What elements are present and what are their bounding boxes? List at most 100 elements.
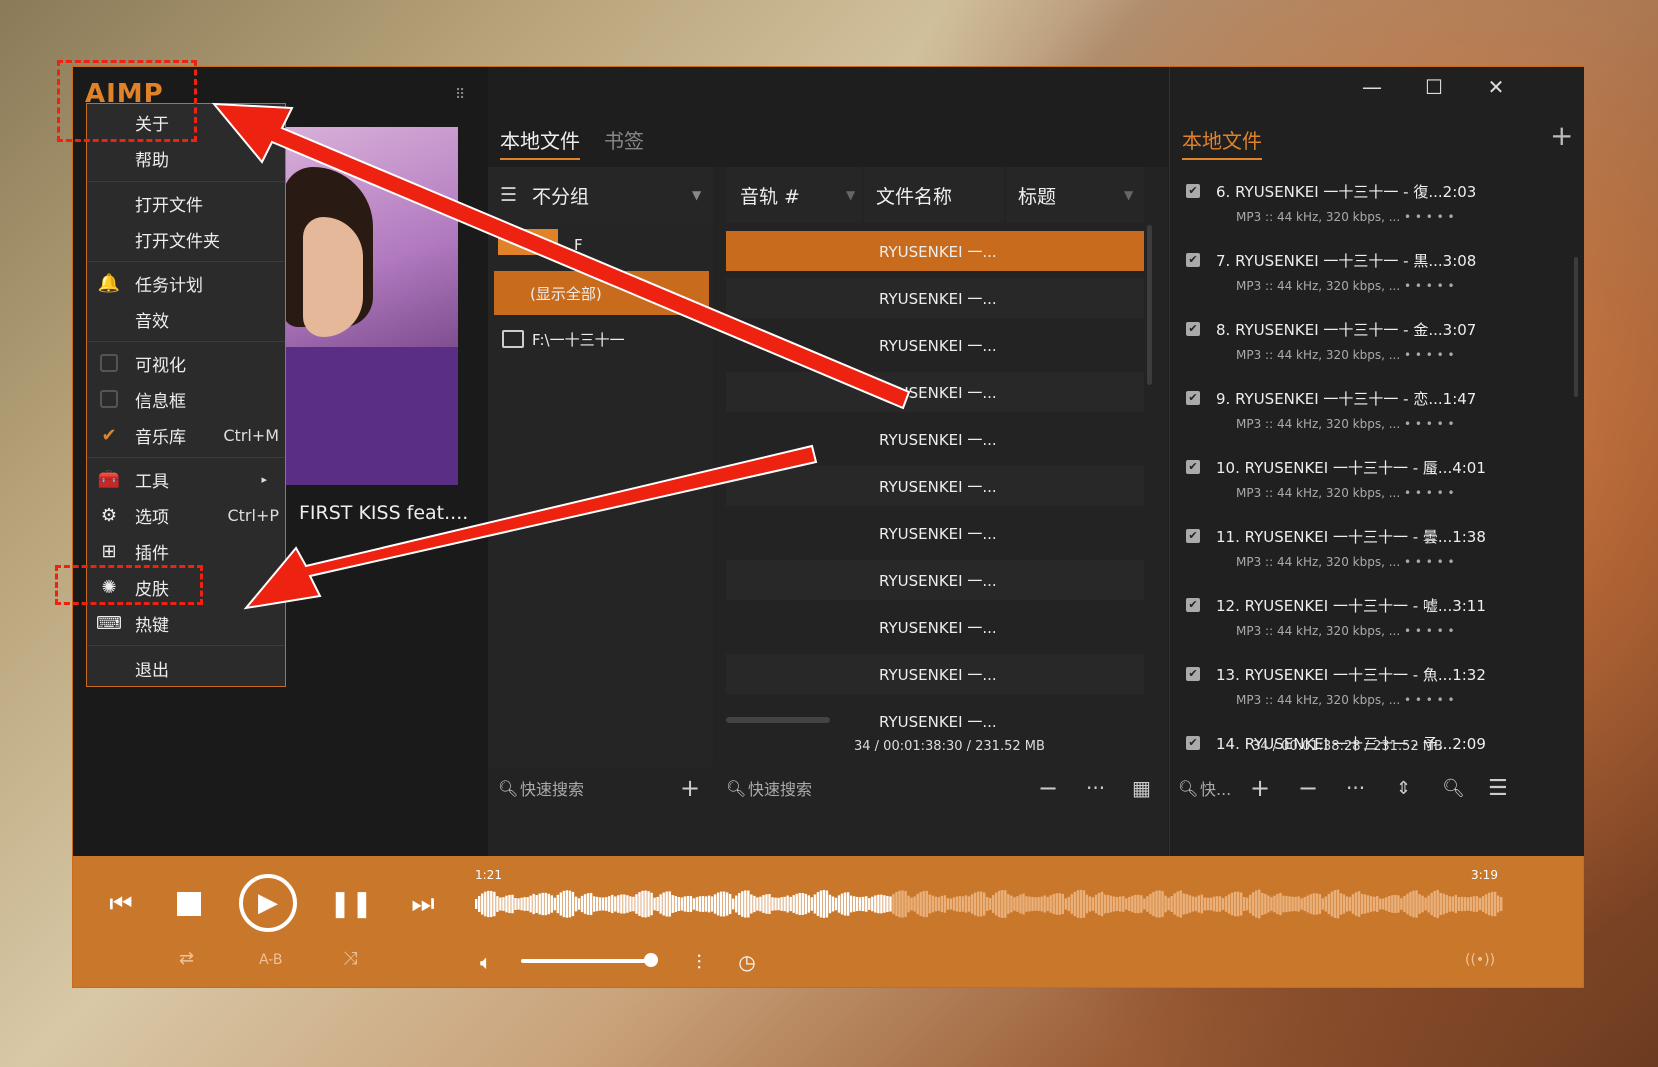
- group-item-folder[interactable]: F:\一十三十一: [494, 317, 709, 361]
- find-icon[interactable]: 🔍︎: [1442, 778, 1465, 799]
- checkbox-checked-icon[interactable]: ✔: [1186, 667, 1200, 681]
- checkbox-checked-icon[interactable]: ✔: [1186, 391, 1200, 405]
- horizontal-scrollbar[interactable]: [726, 717, 830, 723]
- playlist-item[interactable]: ✔ 9. RYUSENKEI 一十三十一 - 恋...1:47 MP3 :: 44 …: [1176, 382, 1566, 442]
- menu-item-music-library[interactable]: ✔ 音乐库 Ctrl+M: [87, 417, 285, 453]
- stop-button[interactable]: [173, 888, 205, 920]
- menu-item-options[interactable]: ⚙ 选项 Ctrl+P: [87, 497, 285, 533]
- volume-knob[interactable]: [644, 953, 658, 967]
- checkbox-checked-icon[interactable]: ✔: [1186, 460, 1200, 474]
- volume-slider[interactable]: [521, 953, 658, 967]
- add-button[interactable]: +: [1250, 774, 1270, 802]
- menu-item-hotkeys[interactable]: ⌨ 热键: [87, 605, 285, 641]
- clock-icon[interactable]: ◷: [733, 948, 761, 976]
- menu-item-visualization[interactable]: 可视化: [87, 345, 285, 381]
- menu-item-tools[interactable]: 🧰 工具 ▸: [87, 461, 285, 497]
- track-search-bar: 🔍︎ 快速搜索 − ··· ▦: [720, 766, 1168, 810]
- waveform-bar: [795, 893, 798, 915]
- table-row[interactable]: RYUSENKEI 一...: [726, 372, 1144, 412]
- repeat-icon[interactable]: ⇄: [179, 948, 194, 969]
- menu-item-exit[interactable]: 退出: [87, 650, 285, 686]
- playlist-item[interactable]: ✔ 6. RYUSENKEI 一十三十一 - 復...2:03 MP3 :: 44 …: [1176, 175, 1566, 235]
- table-row[interactable]: RYUSENKEI 一...: [726, 466, 1144, 506]
- volume-icon[interactable]: 🔈︎: [471, 948, 501, 976]
- now-playing-title: FIRST KISS feat....: [299, 502, 469, 524]
- vertical-scrollbar[interactable]: [1147, 225, 1152, 385]
- group-item-show-all[interactable]: (显示全部): [494, 271, 709, 315]
- equalizer-icon[interactable]: ⫶: [685, 948, 713, 976]
- previous-button[interactable]: ⏮: [105, 888, 137, 920]
- table-row[interactable]: RYUSENKEI 一...: [726, 654, 1144, 694]
- checkbox-checked-icon[interactable]: ✔: [1186, 529, 1200, 543]
- waveform-bar: [659, 894, 662, 914]
- playlist-scrollbar[interactable]: [1574, 257, 1578, 397]
- shuffle-icon[interactable]: ⤨: [343, 948, 357, 969]
- sort-icon[interactable]: ⇕: [1396, 778, 1411, 799]
- waveform-bar: [1112, 896, 1116, 912]
- ab-repeat-button[interactable]: A-B: [259, 952, 282, 968]
- add-button[interactable]: +: [680, 774, 700, 802]
- add-playlist-button[interactable]: +: [1550, 119, 1573, 152]
- drag-grip-icon[interactable]: ⠿: [455, 87, 465, 103]
- remove-button[interactable]: −: [1298, 774, 1318, 802]
- playlist-toolbar: 🔍︎ 快... + − ··· ⇕ 🔍︎ ☰: [1170, 766, 1584, 810]
- playlist-item[interactable]: ✔ 7. RYUSENKEI 一十三十一 - 黒...3:08 MP3 :: 44 …: [1176, 244, 1566, 304]
- checkbox-checked-icon[interactable]: ✔: [1186, 253, 1200, 267]
- column-title[interactable]: 标题 ▼: [1006, 167, 1144, 223]
- checkbox-checked-icon[interactable]: ✔: [1186, 184, 1200, 198]
- table-row[interactable]: RYUSENKEI 一...: [726, 278, 1144, 318]
- playlist-item[interactable]: ✔ 11. RYUSENKEI 一十三十一 - 曇...1:38 MP3 :: 44…: [1176, 520, 1566, 580]
- table-row[interactable]: RYUSENKEI 一...: [726, 419, 1144, 459]
- playlist-title[interactable]: 本地文件: [1182, 125, 1262, 160]
- minimize-button[interactable]: —: [1344, 67, 1400, 107]
- menu-item-open-file[interactable]: 打开文件: [87, 185, 285, 221]
- waveform-bar: [1034, 897, 1037, 911]
- broadcast-icon[interactable]: ((•)): [1465, 952, 1495, 968]
- tab-bookmarks[interactable]: 书签: [604, 125, 644, 154]
- checkbox-checked-icon[interactable]: ✔: [1186, 598, 1200, 612]
- search-input[interactable]: 快速搜索: [748, 776, 812, 800]
- playlist-item[interactable]: ✔ 13. RYUSENKEI 一十三十一 - 魚...1:32 MP3 :: 44…: [1176, 658, 1566, 718]
- column-track-number[interactable]: 音轨 # ▼: [726, 167, 862, 223]
- search-input[interactable]: 快速搜索: [520, 776, 584, 800]
- playlist-search-input[interactable]: 快...: [1200, 776, 1231, 800]
- remove-button[interactable]: −: [1038, 774, 1058, 802]
- waveform-bar: [1016, 896, 1019, 912]
- menu-item-open-folder[interactable]: 打开文件夹: [87, 221, 285, 257]
- menu-item-infobox[interactable]: 信息框: [87, 381, 285, 417]
- playlist-item-info: MP3 :: 44 kHz, 320 kbps, ... • • • • •: [1236, 210, 1455, 224]
- pause-button[interactable]: ❚❚: [329, 888, 373, 920]
- table-row[interactable]: RYUSENKEI 一...: [726, 560, 1144, 600]
- next-button[interactable]: ⏭: [407, 888, 439, 920]
- column-file-name[interactable]: 文件名称: [864, 167, 1004, 223]
- waveform-bar: [877, 894, 880, 914]
- menu-item-help[interactable]: 帮助: [87, 140, 285, 176]
- table-row[interactable]: RYUSENKEI 一...: [726, 513, 1144, 553]
- waveform-seekbar[interactable]: [475, 884, 1503, 924]
- grid-view-icon[interactable]: ▦: [1132, 776, 1151, 800]
- more-button[interactable]: ···: [1346, 776, 1365, 800]
- table-row[interactable]: RYUSENKEI 一...: [726, 325, 1144, 365]
- checkbox-checked-icon[interactable]: ✔: [1186, 322, 1200, 336]
- table-row[interactable]: RYUSENKEI 一...: [726, 231, 1144, 271]
- play-button[interactable]: ▶: [239, 874, 297, 932]
- menu-item-scheduler[interactable]: 🔔 任务计划: [87, 265, 285, 301]
- playlist-item[interactable]: ✔ 10. RYUSENKEI 一十三十一 - 蜃...4:01 MP3 :: 44…: [1176, 451, 1566, 511]
- maximize-button[interactable]: ☐: [1406, 67, 1462, 107]
- more-button[interactable]: ···: [1086, 776, 1105, 800]
- tab-local-files[interactable]: 本地文件: [500, 125, 580, 160]
- playlist-item-info: MP3 :: 44 kHz, 320 kbps, ... • • • • •: [1236, 624, 1455, 638]
- playlist-item[interactable]: ✔ 8. RYUSENKEI 一十三十一 - 金...3:07 MP3 :: 44 …: [1176, 313, 1566, 373]
- table-cell-filename: RYUSENKEI 一...: [879, 478, 997, 496]
- table-row[interactable]: RYUSENKEI 一...: [726, 607, 1144, 647]
- waveform-bar: [922, 890, 925, 918]
- menu-item-sound-effects[interactable]: 音效: [87, 301, 285, 337]
- waveform-bar: [668, 891, 671, 917]
- close-button[interactable]: ✕: [1468, 67, 1524, 107]
- checkbox-checked-icon[interactable]: ✔: [1186, 736, 1200, 750]
- playlist-item[interactable]: ✔ 12. RYUSENKEI 一十三十一 - 嘘...3:11 MP3 :: 44…: [1176, 589, 1566, 649]
- menu-item-plugins[interactable]: ⊞ 插件: [87, 533, 285, 569]
- menu-icon[interactable]: ☰: [1488, 776, 1508, 801]
- group-item[interactable]: F: [494, 223, 709, 267]
- group-mode-selector[interactable]: ☰ 不分组 ▼: [488, 167, 713, 223]
